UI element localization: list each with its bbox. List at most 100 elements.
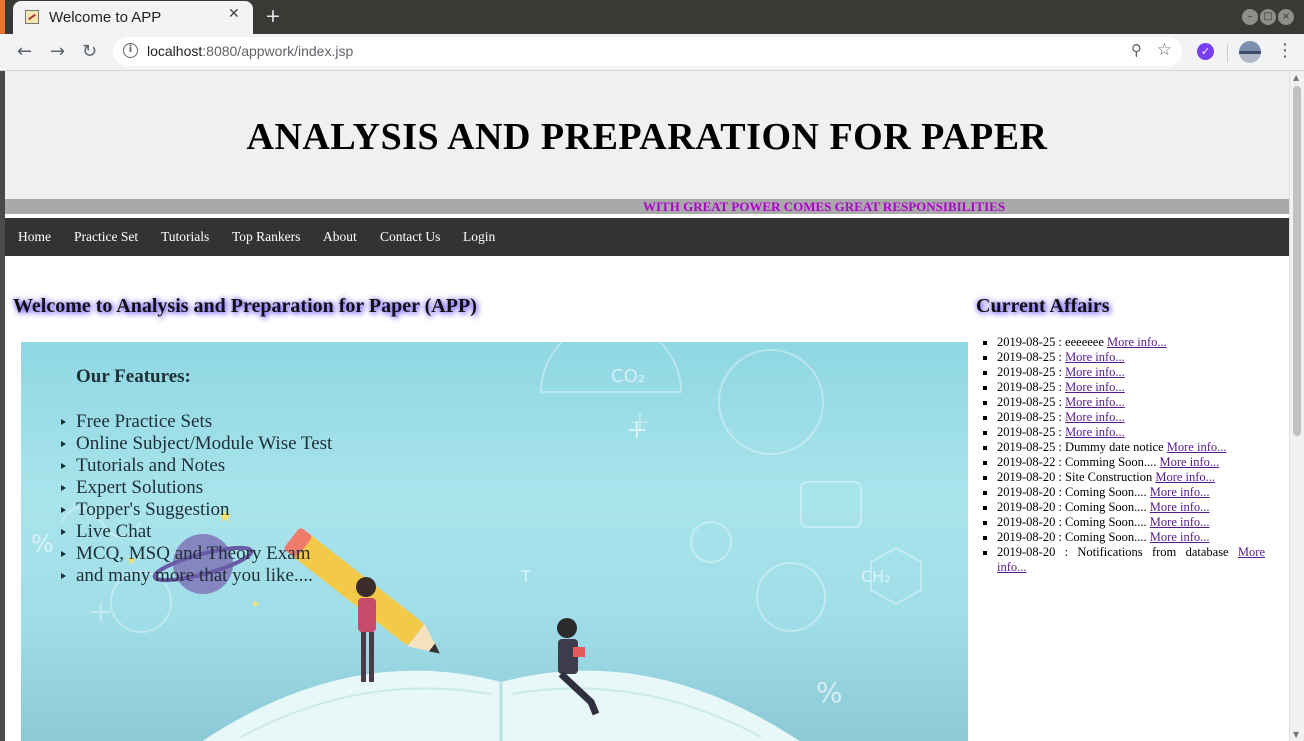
affair-text: 2019-08-20 : Coming Soon.... (997, 515, 1147, 529)
url-host: localhost (147, 43, 203, 59)
svg-text:★: ★ (251, 599, 260, 610)
more-info-link[interactable]: More info... (1150, 515, 1210, 529)
welcome-heading: Welcome to Analysis and Preparation for … (13, 295, 477, 317)
favicon-icon (25, 10, 39, 24)
affair-text: 2019-08-20 : Coming Soon.... (997, 485, 1147, 499)
more-info-link[interactable]: More info... (1065, 410, 1125, 424)
affair-text: 2019-08-25 : eeeeeee (997, 335, 1104, 349)
extension-icon[interactable]: ✓ (1197, 43, 1214, 60)
feature-item: Expert Solutions (61, 477, 341, 499)
feature-item: Free Practice Sets (61, 411, 341, 433)
current-affairs-item: 2019-08-20 : Coming Soon.... More info..… (983, 500, 1265, 515)
current-affairs-item: 2019-08-25 : More info... (983, 410, 1265, 425)
features-banner: CO₂ T CH₂ % % + ★ ★ ★ Our Features: Free… (21, 342, 968, 741)
star-icon[interactable]: ☆ (1157, 40, 1172, 60)
affair-text: 2019-08-25 : (997, 425, 1062, 439)
nav-tutorials[interactable]: Tutorials (161, 229, 209, 245)
close-tab-icon[interactable]: ✕ (228, 6, 240, 22)
browser-tab-strip: Welcome to APP ✕ + – □ × (0, 0, 1304, 34)
features-title: Our Features: (76, 366, 191, 387)
affair-text: 2019-08-25 : (997, 380, 1062, 394)
url-text[interactable]: localhost:8080/appwork/index.jsp (147, 43, 353, 59)
more-info-link[interactable]: More info... (1160, 455, 1220, 469)
site-title: ANALYSIS AND PREPARATION FOR PAPER (246, 116, 1048, 158)
current-affairs-item: 2019-08-20 : Notifications from database… (983, 545, 1265, 575)
web-page: ANALYSIS AND PREPARATION FOR PAPER WITH … (5, 71, 1289, 741)
more-info-link[interactable]: More info... (1155, 470, 1215, 484)
page-viewport: ANALYSIS AND PREPARATION FOR PAPER WITH … (0, 71, 1304, 741)
current-affairs-item: 2019-08-25 : More info... (983, 395, 1265, 410)
maximize-icon[interactable]: □ (1260, 9, 1276, 25)
current-affairs-item: 2019-08-20 : Site Construction More info… (983, 470, 1265, 485)
feature-item: MCQ, MSQ and Theory Exam (61, 543, 341, 565)
minimize-icon[interactable]: – (1242, 9, 1258, 25)
feature-item: and many more that you like.... (61, 565, 341, 587)
affair-text: 2019-08-20 : Site Construction (997, 470, 1153, 484)
svg-text:CH₂: CH₂ (861, 567, 891, 586)
scroll-down-icon[interactable]: ▼ (1293, 730, 1299, 739)
svg-text:%: % (31, 530, 54, 558)
main-nav: Home Practice Set Tutorials Top Rankers … (5, 218, 1289, 256)
nav-about[interactable]: About (323, 229, 357, 245)
more-info-link[interactable]: More info... (1150, 500, 1210, 514)
affair-text: 2019-08-25 : (997, 365, 1062, 379)
nav-login[interactable]: Login (463, 229, 495, 245)
window-edge (0, 0, 5, 34)
profile-avatar[interactable] (1239, 41, 1261, 63)
nav-contact-us[interactable]: Contact Us (380, 229, 440, 245)
more-info-link[interactable]: More info... (1150, 485, 1210, 499)
scrollbar-thumb[interactable] (1293, 86, 1301, 436)
affair-text: 2019-08-25 : (997, 410, 1062, 424)
svg-text:T: T (520, 567, 531, 586)
arrow-left-icon[interactable]: ← (17, 41, 32, 62)
scroll-up-icon[interactable]: ▲ (1293, 73, 1299, 82)
address-bar[interactable]: i localhost:8080/appwork/index.jsp ⚲ ☆ (113, 37, 1182, 66)
nav-home[interactable]: Home (18, 229, 51, 245)
more-info-link[interactable]: More info... (1065, 380, 1125, 394)
current-affairs-item: 2019-08-25 : Dummy date notice More info… (983, 440, 1265, 455)
current-affairs-item: 2019-08-20 : Coming Soon.... More info..… (983, 515, 1265, 530)
tagline-bar: WITH GREAT POWER COMES GREAT RESPONSIBIL… (5, 199, 1289, 214)
feature-item: Topper's Suggestion (61, 499, 341, 521)
affair-text: 2019-08-25 : (997, 350, 1062, 364)
more-info-link[interactable]: More info... (1107, 335, 1167, 349)
close-window-icon[interactable]: × (1278, 9, 1294, 25)
current-affairs-item: 2019-08-20 : Coming Soon.... More info..… (983, 485, 1265, 500)
feature-item: Online Subject/Module Wise Test (61, 433, 341, 455)
feature-item: Live Chat (61, 521, 341, 543)
features-list: Free Practice Sets Online Subject/Module… (61, 411, 341, 587)
zoom-icon[interactable]: ⚲ (1131, 41, 1142, 59)
info-icon[interactable]: i (123, 43, 138, 58)
browser-tab[interactable]: Welcome to APP ✕ (13, 1, 253, 34)
new-tab-icon[interactable]: + (265, 5, 281, 27)
nav-practice-set[interactable]: Practice Set (74, 229, 138, 245)
toolbar-divider (1227, 44, 1228, 62)
svg-text:+: + (626, 415, 648, 445)
affair-text: 2019-08-20 : Notifications from database (997, 545, 1229, 559)
affair-text: 2019-08-25 : Dummy date notice (997, 440, 1164, 454)
more-info-link[interactable]: More info... (1150, 530, 1210, 544)
feature-item: Tutorials and Notes (61, 455, 341, 477)
svg-text:CO₂: CO₂ (611, 366, 645, 387)
more-info-link[interactable]: More info... (1065, 365, 1125, 379)
site-header: ANALYSIS AND PREPARATION FOR PAPER (5, 71, 1289, 199)
more-info-link[interactable]: More info... (1167, 440, 1227, 454)
browser-toolbar: ← → ↻ i localhost:8080/appwork/index.jsp… (0, 34, 1304, 71)
more-info-link[interactable]: More info... (1065, 350, 1125, 364)
arrow-right-icon[interactable]: → (50, 41, 65, 62)
reload-icon[interactable]: ↻ (82, 41, 97, 62)
current-affairs-list: 2019-08-25 : eeeeeee More info... 2019-08… (983, 335, 1265, 575)
affair-text: 2019-08-20 : Coming Soon.... (997, 500, 1147, 514)
tab-title: Welcome to APP (49, 9, 162, 26)
window-controls: – □ × (1242, 9, 1294, 25)
nav-top-rankers[interactable]: Top Rankers (232, 229, 300, 245)
current-affairs-title: Current Affairs (976, 295, 1110, 317)
current-affairs-item: 2019-08-22 : Comming Soon.... More info.… (983, 455, 1265, 470)
affair-text: 2019-08-25 : (997, 395, 1062, 409)
more-info-link[interactable]: More info... (1065, 425, 1125, 439)
current-affairs-item: 2019-08-25 : More info... (983, 365, 1265, 380)
kebab-menu-icon[interactable]: ⋮ (1276, 40, 1294, 61)
current-affairs-item: 2019-08-25 : eeeeeee More info... (983, 335, 1265, 350)
page-scrollbar[interactable]: ▲ ▼ (1289, 71, 1304, 741)
more-info-link[interactable]: More info... (1065, 395, 1125, 409)
